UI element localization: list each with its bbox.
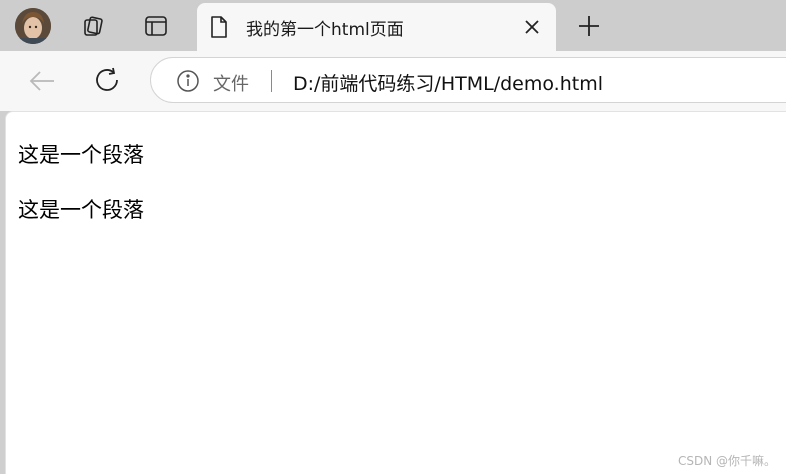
profile-avatar[interactable] — [15, 8, 51, 44]
back-arrow-icon — [29, 71, 54, 91]
active-tab[interactable]: 我的第一个html页面 — [197, 3, 556, 51]
paragraph: 这是一个段落 — [18, 143, 144, 167]
tab-title: 我的第一个html页面 — [246, 20, 404, 40]
refresh-button[interactable] — [92, 65, 124, 97]
new-tab-button[interactable] — [576, 13, 602, 39]
scheme-label: 文件 — [213, 74, 249, 95]
address-divider — [271, 70, 272, 92]
back-button[interactable] — [26, 65, 58, 97]
refresh-icon — [96, 67, 118, 91]
tab-strip: 我的第一个html页面 — [0, 0, 786, 51]
paragraph: 这是一个段落 — [18, 198, 144, 222]
url-text[interactable]: D:/前端代码练习/HTML/demo.html — [293, 69, 603, 96]
workspaces-icon[interactable] — [80, 13, 106, 39]
vertical-tabs-icon[interactable] — [143, 13, 169, 39]
close-icon[interactable] — [520, 15, 544, 39]
toolbar: 文件 D:/前端代码练习/HTML/demo.html — [0, 51, 786, 111]
watermark: CSDN @你千嘛。 — [677, 454, 776, 468]
plus-icon — [579, 16, 599, 36]
address-bar[interactable]: 文件 D:/前端代码练习/HTML/demo.html — [150, 57, 786, 103]
browser-window: 我的第一个html页面 文件 D:/前端代码练习/HTML/demo.html … — [0, 0, 786, 474]
info-icon[interactable] — [176, 69, 200, 93]
page-viewport: 这是一个段落 这是一个段落 CSDN @你千嘛。 — [5, 111, 786, 474]
page-icon — [209, 15, 229, 39]
